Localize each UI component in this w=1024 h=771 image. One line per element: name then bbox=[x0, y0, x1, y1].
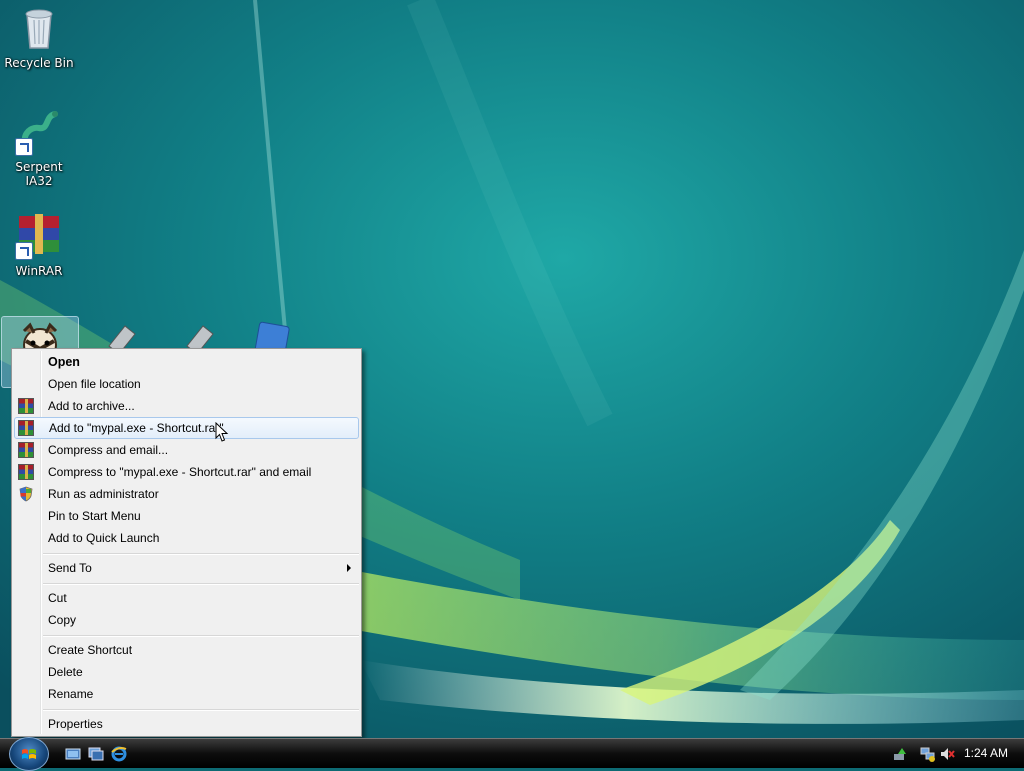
menu-separator bbox=[43, 635, 359, 637]
internet-explorer-icon[interactable] bbox=[111, 746, 127, 762]
winrar-icon bbox=[18, 420, 34, 436]
hammer-icon bbox=[173, 316, 221, 350]
windows-logo-icon bbox=[22, 749, 36, 759]
network-icon[interactable] bbox=[920, 746, 936, 762]
menu-item-cut[interactable]: Cut bbox=[14, 587, 359, 609]
menu-item-properties[interactable]: Properties bbox=[14, 713, 359, 735]
menu-item-open-file-location[interactable]: Open file location bbox=[14, 373, 359, 395]
shortcut-arrow-icon bbox=[15, 138, 33, 156]
taskbar: 1:24 AM bbox=[0, 737, 1024, 771]
shield-icon bbox=[18, 486, 34, 502]
mouse-cursor-icon bbox=[215, 422, 229, 442]
system-tray: 1:24 AM bbox=[884, 739, 1024, 769]
context-menu: Open Open file location Add to archive..… bbox=[11, 348, 362, 737]
menu-item-add-to-archive[interactable]: Add to archive... bbox=[14, 395, 359, 417]
desktop-icon-label: Recycle Bin bbox=[4, 56, 74, 70]
menu-item-pin-to-start-menu[interactable]: Pin to Start Menu bbox=[14, 505, 359, 527]
window-app-icon bbox=[247, 316, 295, 350]
menu-item-open[interactable]: Open bbox=[14, 351, 359, 373]
start-button[interactable] bbox=[9, 737, 49, 771]
desktop-icon-serpent[interactable]: Serpent IA32 bbox=[0, 108, 78, 188]
recycle-bin-icon bbox=[15, 4, 63, 52]
winrar-icon bbox=[18, 398, 34, 414]
hammer-icon bbox=[95, 316, 143, 350]
menu-item-copy[interactable]: Copy bbox=[14, 609, 359, 631]
menu-separator bbox=[43, 553, 359, 555]
desktop-icon-recycle-bin[interactable]: Recycle Bin bbox=[0, 4, 78, 70]
desktop-icon-label: Serpent IA32 bbox=[15, 160, 63, 188]
menu-item-run-as-administrator[interactable]: Run as administrator bbox=[14, 483, 359, 505]
menu-item-compress-and-email[interactable]: Compress and email... bbox=[14, 439, 359, 461]
menu-separator bbox=[43, 709, 359, 711]
desktop-icon-tool-2[interactable] bbox=[158, 316, 236, 350]
desktop-icon-tool-1[interactable] bbox=[80, 316, 158, 350]
menu-separator bbox=[43, 583, 359, 585]
safely-remove-icon[interactable] bbox=[892, 746, 908, 762]
menu-item-compress-to-rar-and-email[interactable]: Compress to "mypal.exe - Shortcut.rar" a… bbox=[14, 461, 359, 483]
volume-muted-icon[interactable] bbox=[939, 746, 955, 762]
submenu-arrow-icon bbox=[347, 564, 351, 572]
desktop-icon-app[interactable] bbox=[232, 316, 310, 350]
menu-item-add-to-quick-launch[interactable]: Add to Quick Launch bbox=[14, 527, 359, 549]
shortcut-arrow-icon bbox=[15, 242, 33, 260]
winrar-icon bbox=[18, 464, 34, 480]
menu-item-delete[interactable]: Delete bbox=[14, 661, 359, 683]
menu-item-create-shortcut[interactable]: Create Shortcut bbox=[14, 639, 359, 661]
taskbar-clock[interactable]: 1:24 AM bbox=[964, 746, 1008, 760]
switch-windows-icon[interactable] bbox=[88, 746, 104, 762]
desktop-icon-winrar[interactable]: WinRAR bbox=[0, 212, 78, 278]
winrar-icon bbox=[18, 442, 34, 458]
menu-item-send-to[interactable]: Send To bbox=[14, 557, 359, 579]
menu-item-rename[interactable]: Rename bbox=[14, 683, 359, 705]
serpent-icon bbox=[15, 108, 63, 156]
show-desktop-icon[interactable] bbox=[65, 746, 81, 762]
winrar-icon bbox=[15, 212, 63, 260]
desktop-icon-label: WinRAR bbox=[15, 264, 63, 278]
menu-item-add-to-rar[interactable]: Add to "mypal.exe - Shortcut.rar" bbox=[14, 417, 359, 439]
